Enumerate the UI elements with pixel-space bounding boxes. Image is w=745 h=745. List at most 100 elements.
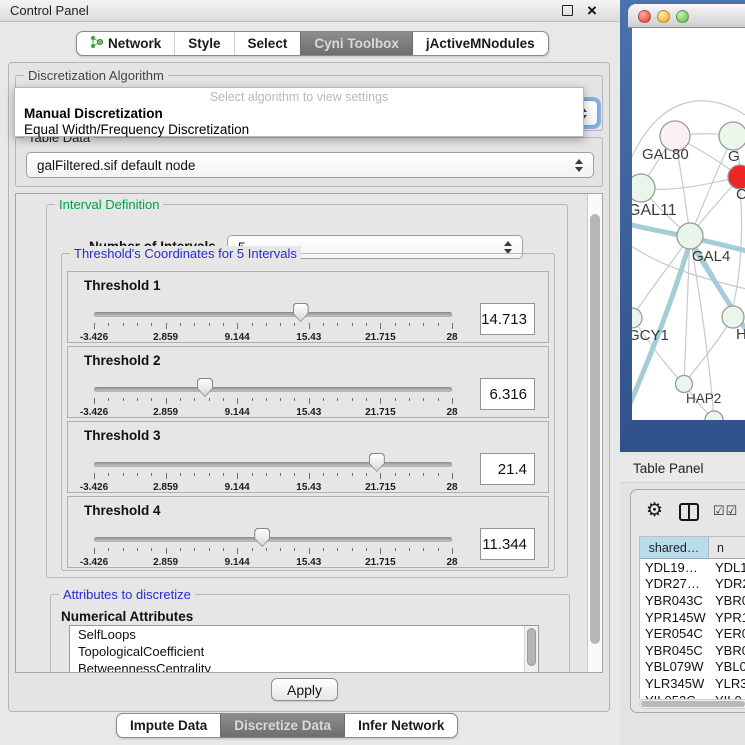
table-row[interactable]: YLR345WYLR3 — [640, 675, 745, 692]
attribute-item-betweennesscentrality[interactable]: BetweennessCentrality — [70, 660, 538, 673]
tab-impute-data[interactable]: Impute Data — [117, 714, 220, 737]
table-row[interactable]: YDR27…YDR2 — [640, 576, 745, 593]
scale-label: -3.426 — [80, 332, 108, 343]
table-row[interactable]: YPR145WYPR1 — [640, 609, 745, 626]
cyni-toolbox-panel: Discretization Algorithm Select algorith… — [8, 62, 610, 712]
slider-track[interactable] — [94, 462, 452, 467]
tab-discretize-data[interactable]: Discretize Data — [220, 714, 344, 737]
node-label: GAL80 — [642, 146, 689, 163]
threshold-label: Threshold 2 — [84, 353, 161, 368]
scale-label: 9.144 — [225, 407, 250, 418]
threshold-panel-4: Threshold 4 -3.4262.8599.14415.4321.71528… — [67, 496, 549, 568]
column-header-0[interactable]: shared… — [640, 537, 709, 559]
table-row[interactable]: YBR043CYBR0 — [640, 592, 745, 609]
slider-thumb[interactable] — [254, 528, 270, 547]
table-row[interactable]: YER054CYER0 — [640, 625, 745, 642]
network-window-frame: GAL80GCGAL11GAL4GCY1HHAP2 — [620, 0, 745, 452]
table-row[interactable]: YDL19…YDL1 — [640, 559, 745, 576]
tab-label: Infer Network — [358, 718, 444, 733]
threshold-label: Threshold 1 — [84, 278, 161, 293]
table-row[interactable]: YBL079WYBL0 — [640, 659, 745, 676]
table-hscrollbar-thumb[interactable] — [641, 701, 745, 707]
threshold-value-field[interactable]: 11.344 — [480, 528, 535, 560]
tab-select[interactable]: Select — [234, 32, 301, 55]
network-node-hap2[interactable] — [676, 376, 693, 393]
network-node-g[interactable] — [719, 122, 745, 150]
panel-scrollbar-thumb[interactable] — [590, 214, 600, 644]
threshold-panel-1: Threshold 1-3.4262.8599.14415.4321.71528… — [67, 271, 549, 343]
scale-label: 15.43 — [296, 332, 321, 343]
numerical-attributes-label: Numerical Attributes — [61, 609, 193, 624]
window-title: Control Panel — [10, 3, 89, 18]
table-cell: YER0 — [709, 625, 745, 642]
network-node-gal4[interactable] — [677, 223, 703, 249]
tab-cyni-toolbox[interactable]: Cyni Toolbox — [300, 32, 412, 55]
thresholds-group: Threshold's Coordinates for 5 Intervals … — [61, 253, 555, 571]
attribute-item-topologicalcoefficient[interactable]: TopologicalCoefficient — [70, 643, 538, 660]
float-window-icon[interactable] — [562, 5, 573, 16]
threshold-value-field[interactable]: 14.713 — [480, 303, 535, 335]
table-data-combobox[interactable]: galFiltered.sif default node — [26, 152, 594, 178]
tab-label: Discretize Data — [234, 718, 331, 733]
slider-ticks — [94, 548, 452, 555]
tab-jactivemnodules[interactable]: jActiveMNodules — [412, 32, 548, 55]
table-row[interactable]: YBR045CYBR0 — [640, 642, 745, 659]
slider-thumb[interactable] — [293, 303, 309, 322]
select-columns-icon[interactable]: ☑☑ — [713, 503, 738, 519]
interval-definition-group: Interval Definition Number of Intervals … — [46, 204, 568, 578]
table-cell: YLR3 — [709, 675, 745, 692]
table-cell: YDR27… — [640, 576, 709, 593]
apply-button[interactable]: Apply — [271, 678, 338, 701]
split-columns-icon[interactable] — [679, 503, 699, 521]
scale-label: 21.715 — [365, 557, 396, 568]
tab-label: Network — [108, 36, 161, 51]
table-cell: YDR2 — [709, 576, 745, 593]
panel-scrollbar[interactable] — [587, 194, 602, 672]
column-header-1[interactable]: n — [709, 537, 745, 559]
network-window-titlebar[interactable] — [628, 4, 745, 28]
network-icon — [90, 35, 103, 52]
minimize-traffic-light-icon[interactable] — [657, 10, 670, 23]
gear-icon[interactable]: ⚙ — [646, 501, 663, 521]
combo-arrows-icon — [504, 241, 512, 254]
list-scrollbar-thumb[interactable] — [527, 628, 536, 666]
close-icon[interactable]: × — [583, 0, 601, 22]
slider-thumb[interactable] — [197, 378, 213, 397]
algorithm-option-manual-discretization[interactable]: Manual Discretization — [15, 106, 583, 122]
scale-label: 2.859 — [153, 482, 178, 493]
network-node-gal11[interactable] — [632, 174, 655, 202]
list-scrollbar[interactable] — [524, 626, 538, 673]
slider-track[interactable] — [94, 387, 452, 392]
slider-scale-labels: -3.4262.8599.14415.4321.71528 — [94, 557, 452, 568]
scale-label: -3.426 — [80, 557, 108, 568]
zoom-traffic-light-icon[interactable] — [676, 10, 689, 23]
slider-track[interactable] — [94, 312, 452, 317]
table-row[interactable]: YIL052CYIL0 — [640, 692, 745, 699]
slider-scale-labels: -3.4262.8599.14415.4321.71528 — [94, 482, 452, 493]
threshold-label: Threshold 4 — [84, 503, 161, 518]
table-cell: YBL0 — [709, 659, 745, 676]
scale-label: 21.715 — [365, 482, 396, 493]
table-cell: YDL1 — [709, 559, 745, 576]
algorithm-option-equal-width-frequency-discretization[interactable]: Equal Width/Frequency Discretization — [15, 122, 583, 138]
table-hscrollbar[interactable] — [639, 699, 745, 709]
node-table[interactable]: shared…n YDL19…YDL1YDR27…YDR2YBR043CYBR0… — [639, 536, 745, 699]
threshold-value-field[interactable]: 6.316 — [480, 378, 535, 410]
network-node-gcy1[interactable] — [632, 308, 642, 328]
tab-style[interactable]: Style — [174, 32, 233, 55]
tab-infer-network[interactable]: Infer Network — [344, 714, 457, 737]
tab-network[interactable]: Network — [77, 32, 174, 55]
slider-thumb[interactable] — [369, 453, 385, 472]
table-cell: YBR0 — [709, 592, 745, 609]
right-side: GAL80GCGAL11GAL4GCY1HHAP2 Table Panel ⚙ … — [620, 0, 745, 745]
scale-label: 2.859 — [153, 332, 178, 343]
slider-track[interactable] — [94, 537, 452, 542]
close-traffic-light-icon[interactable] — [638, 10, 651, 23]
attribute-item-selfloops[interactable]: SelfLoops — [70, 626, 538, 643]
network-node[interactable] — [705, 411, 723, 420]
network-canvas[interactable]: GAL80GCGAL11GAL4GCY1HHAP2 — [632, 28, 745, 420]
network-node-h[interactable] — [722, 306, 744, 328]
threshold-value-field[interactable]: 21.4 — [480, 453, 535, 485]
slider-scale-labels: -3.4262.8599.14415.4321.71528 — [94, 407, 452, 418]
numerical-attributes-list[interactable]: SelfLoopsTopologicalCoefficientBetweenne… — [69, 625, 539, 673]
